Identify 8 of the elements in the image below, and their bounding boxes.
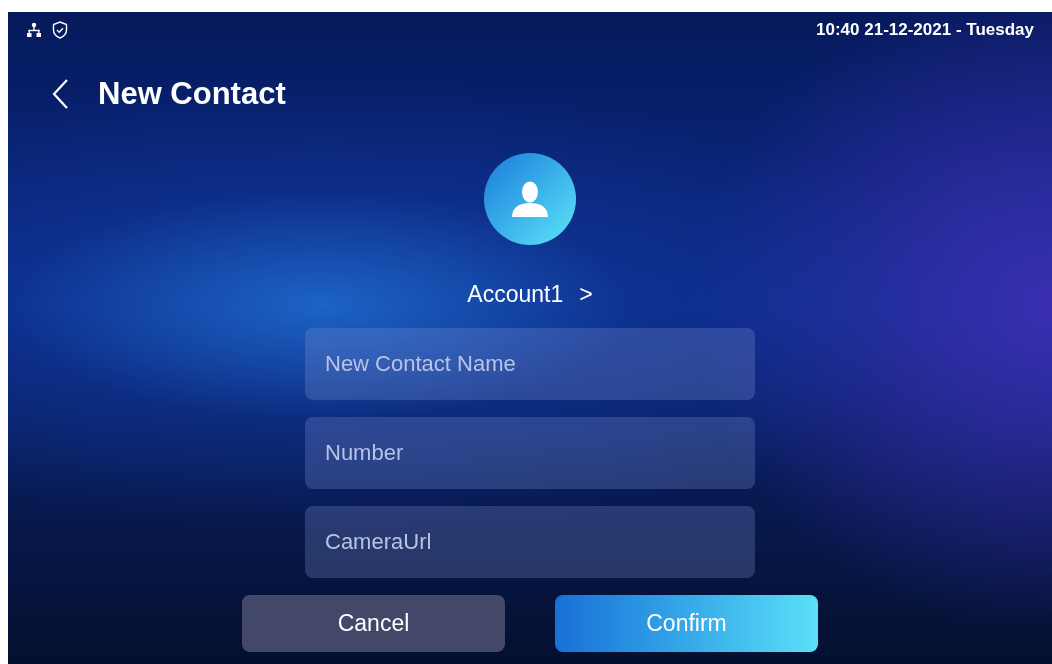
cancel-button[interactable]: Cancel <box>242 594 505 652</box>
page-title: New Contact <box>98 74 286 113</box>
shield-check-icon <box>52 21 68 39</box>
chevron-left-icon <box>52 79 68 109</box>
account-selector[interactable]: Account1 > <box>467 277 593 312</box>
network-icon <box>26 22 42 38</box>
date-time: 10:40 21-12-2021 - Tuesday <box>816 19 1034 42</box>
person-icon <box>510 181 550 217</box>
